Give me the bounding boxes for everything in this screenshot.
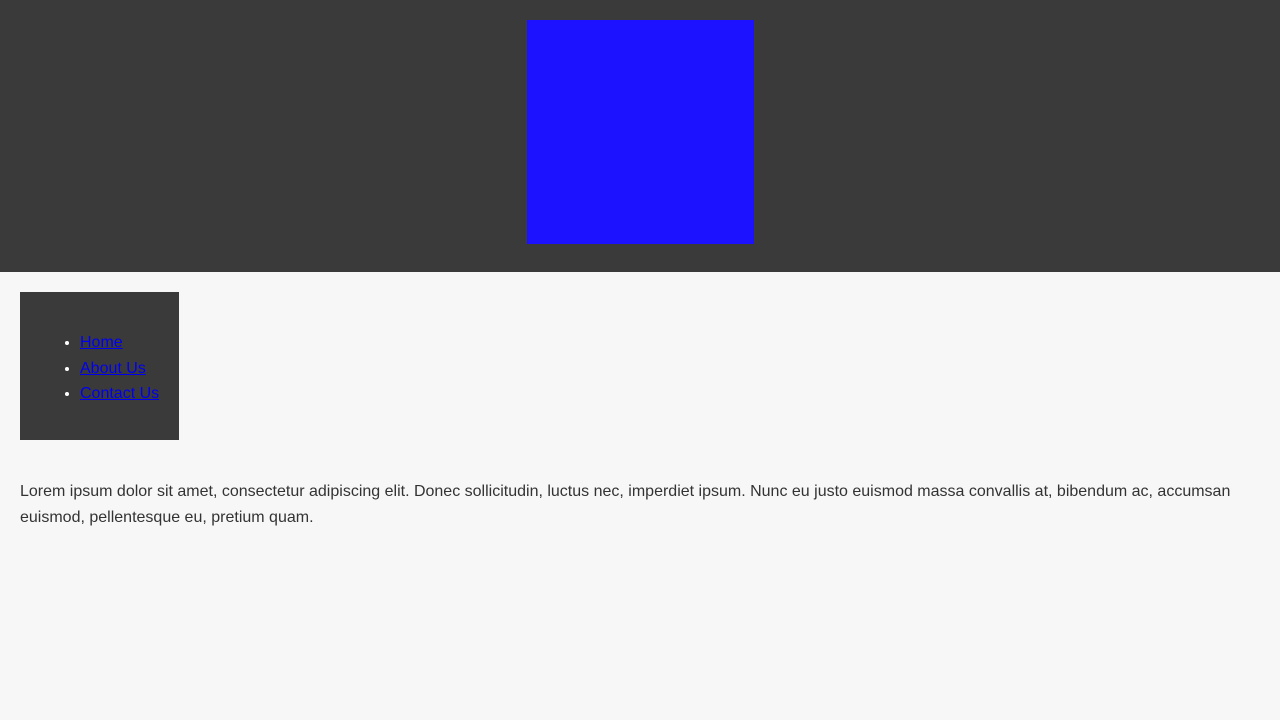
- nav-list: Home About Us Contact Us: [80, 330, 159, 407]
- nav-link-about-us[interactable]: About Us: [80, 360, 146, 377]
- nav-item-contact-us: Contact Us: [80, 381, 159, 407]
- nav-item-about-us: About Us: [80, 356, 159, 382]
- nav-link-home[interactable]: Home: [80, 334, 123, 351]
- logo-image: [527, 20, 754, 244]
- navigation-menu: Home About Us Contact Us: [20, 292, 179, 440]
- main-paragraph: Lorem ipsum dolor sit amet, consectetur …: [20, 483, 1231, 526]
- page-header: [0, 0, 1280, 272]
- nav-item-home: Home: [80, 330, 159, 356]
- nav-link-contact-us[interactable]: Contact Us: [80, 385, 159, 402]
